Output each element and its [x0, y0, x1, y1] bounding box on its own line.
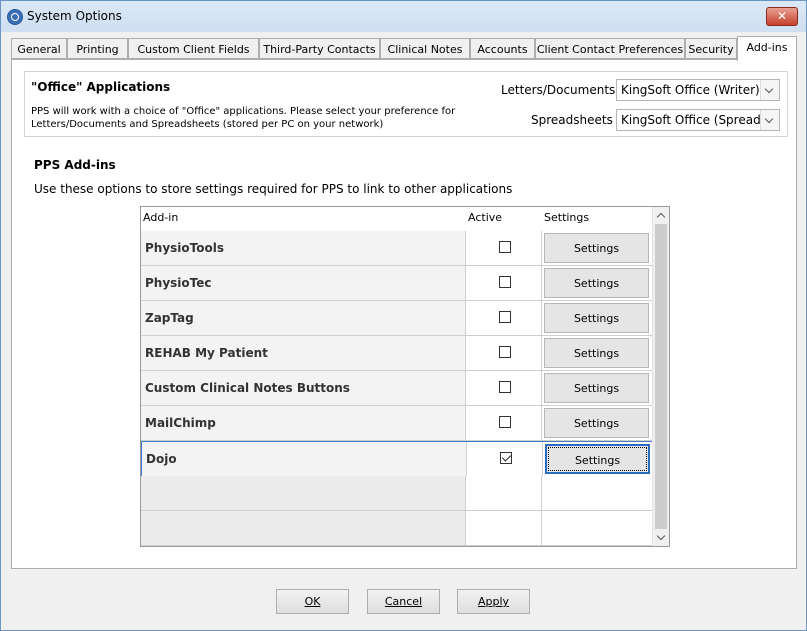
settings-button[interactable]: Settings [544, 373, 649, 403]
settings-button[interactable]: Settings [544, 338, 649, 368]
scroll-up-icon[interactable] [653, 207, 669, 223]
active-checkbox[interactable] [499, 346, 511, 358]
settings-cell: Settings [542, 266, 653, 300]
active-checkbox[interactable] [499, 381, 511, 393]
chevron-down-icon[interactable] [760, 80, 779, 100]
settings-cell: Settings [543, 442, 654, 476]
table-row[interactable]: ZapTag Settings [141, 301, 653, 336]
settings-cell: Settings [542, 231, 653, 265]
system-options-window: System Options ✕ General Printing Custom… [0, 0, 807, 631]
office-description: PPS will work with a choice of "Office" … [31, 106, 456, 130]
active-cell [466, 231, 542, 265]
grid-header: Add-in Active Settings [141, 207, 653, 232]
settings-button[interactable]: Settings [544, 233, 649, 263]
add-ins-panel: "Office" Applications PPS will work with… [11, 59, 797, 569]
spreadsheets-value: KingSoft Office (Spreadsheets) [621, 113, 779, 127]
ok-button[interactable]: OK [276, 589, 349, 614]
active-checkbox[interactable] [499, 416, 511, 428]
office-applications-group: "Office" Applications PPS will work with… [24, 71, 788, 137]
addins-description: Use these options to store settings requ… [34, 182, 513, 196]
tab-add-ins[interactable]: Add-ins [737, 36, 797, 61]
active-checkbox[interactable] [499, 311, 511, 323]
tab-third-party-contacts[interactable]: Third-Party Contacts [259, 38, 380, 59]
addin-name: REHAB My Patient [141, 336, 466, 370]
window-title: System Options [27, 9, 122, 23]
spreadsheets-select[interactable]: KingSoft Office (Spreadsheets) [616, 109, 780, 131]
office-title: "Office" Applications [31, 80, 171, 94]
empty-row [141, 511, 653, 546]
addin-name: Custom Clinical Notes Buttons [141, 371, 466, 405]
empty-cell [542, 511, 653, 545]
empty-cell [466, 476, 542, 510]
settings-button[interactable]: Settings [544, 408, 649, 438]
tab-accounts[interactable]: Accounts [470, 38, 535, 59]
settings-cell: Settings [542, 371, 653, 405]
active-cell [466, 406, 542, 440]
table-row[interactable]: MailChimp Settings [141, 406, 653, 441]
active-checkbox[interactable] [499, 276, 511, 288]
header-settings: Settings [544, 211, 590, 224]
cancel-button[interactable]: Cancel [367, 589, 440, 614]
settings-button[interactable]: Settings [544, 268, 649, 298]
empty-row [141, 476, 653, 511]
empty-cell [141, 476, 466, 510]
header-add-in: Add-in [143, 211, 179, 224]
addin-name: Dojo [142, 442, 467, 476]
addin-name: PhysioTec [141, 266, 466, 300]
table-row[interactable]: PhysioTec Settings [141, 266, 653, 301]
apply-button[interactable]: Apply [457, 589, 530, 614]
active-cell [466, 336, 542, 370]
table-row[interactable]: REHAB My Patient Settings [141, 336, 653, 371]
table-row[interactable]: PhysioTools Settings [141, 231, 653, 266]
addins-title: PPS Add-ins [34, 158, 116, 172]
settings-cell: Settings [542, 301, 653, 335]
settings-button[interactable]: Settings [545, 444, 650, 474]
empty-cell [466, 511, 542, 545]
vertical-scrollbar[interactable] [652, 207, 669, 546]
settings-button[interactable]: Settings [544, 303, 649, 333]
scroll-down-icon[interactable] [653, 530, 669, 546]
empty-cell [542, 476, 653, 510]
table-row-selected[interactable]: Dojo Settings [141, 441, 654, 476]
letters-value: KingSoft Office (Writer) [621, 83, 760, 97]
active-cell [467, 442, 543, 476]
settings-cell: Settings [542, 336, 653, 370]
active-checkbox[interactable] [499, 241, 511, 253]
close-button[interactable]: ✕ [766, 7, 798, 26]
title-bar: System Options ✕ [1, 1, 806, 32]
app-icon [7, 9, 23, 25]
tab-strip: General Printing Custom Client Fields Th… [11, 36, 797, 61]
addin-name: MailChimp [141, 406, 466, 440]
header-active: Active [468, 211, 503, 224]
active-checkbox[interactable] [500, 452, 512, 464]
settings-cell: Settings [542, 406, 653, 440]
chevron-down-icon[interactable] [760, 110, 779, 130]
addin-name: PhysioTools [141, 231, 466, 265]
tab-security[interactable]: Security [685, 38, 737, 59]
tab-general[interactable]: General [11, 38, 67, 59]
letters-select[interactable]: KingSoft Office (Writer) [616, 79, 780, 101]
addin-name: ZapTag [141, 301, 466, 335]
active-cell [466, 266, 542, 300]
empty-cell [141, 511, 466, 545]
tab-printing[interactable]: Printing [67, 38, 128, 59]
spreadsheets-label: Spreadsheets [531, 113, 613, 127]
active-cell [466, 371, 542, 405]
active-cell [466, 301, 542, 335]
close-icon: ✕ [776, 9, 788, 23]
addins-grid: Add-in Active Settings PhysioTools Setti… [140, 206, 670, 547]
tab-custom-client-fields[interactable]: Custom Client Fields [128, 38, 259, 59]
table-row[interactable]: Custom Clinical Notes Buttons Settings [141, 371, 653, 406]
tab-client-contact-preferences[interactable]: Client Contact Preferences [535, 38, 685, 59]
letters-label: Letters/Documents [501, 83, 616, 97]
scroll-thumb[interactable] [655, 224, 667, 529]
tab-clinical-notes[interactable]: Clinical Notes [380, 38, 470, 59]
